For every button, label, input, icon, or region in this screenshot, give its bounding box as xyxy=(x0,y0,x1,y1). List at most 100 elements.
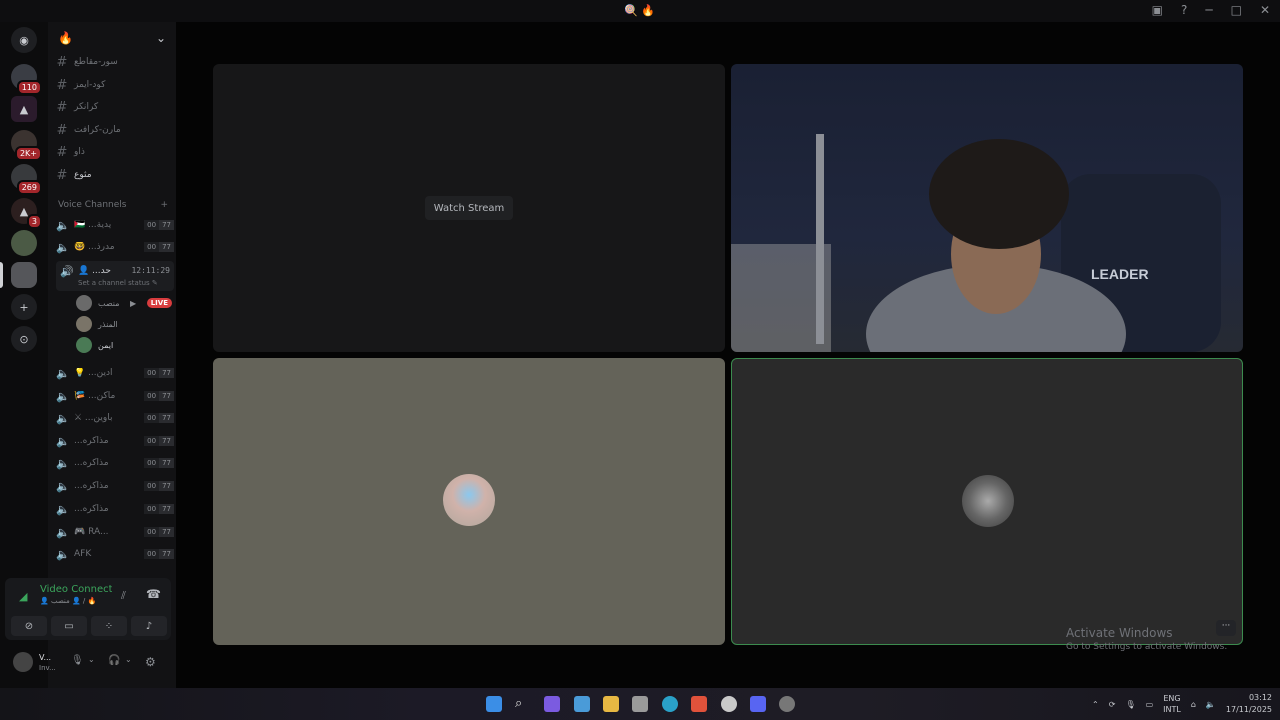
server-icon[interactable]: 110 xyxy=(11,64,42,95)
camera-off-button[interactable]: ⊘ xyxy=(11,616,47,636)
hash-icon: # xyxy=(56,167,68,183)
activities-button[interactable]: ⁘ xyxy=(91,616,127,636)
user-count: 00 xyxy=(144,413,160,423)
server-icon[interactable] xyxy=(11,230,37,256)
gamepad-icon[interactable] xyxy=(544,696,560,712)
text-channel[interactable]: # كود-ايمز xyxy=(56,75,174,95)
camera-off-icon: ⊘ xyxy=(24,620,34,632)
person-hair xyxy=(929,139,1069,249)
channel-name: ⚔ ...باوين xyxy=(74,413,113,423)
voice-channel[interactable]: 🔈 💡 ...ادين 00 77 xyxy=(56,363,174,383)
add-channel-icon[interactable]: + xyxy=(160,200,168,210)
voice-channel[interactable]: 🔈 AFK 00 77 xyxy=(56,544,174,564)
copilot-icon[interactable] xyxy=(574,696,590,712)
steam-icon[interactable] xyxy=(721,696,737,712)
voice-channel[interactable]: 🔈 🤓 ...مدرذ 00 77 xyxy=(56,237,174,257)
text-channel[interactable]: # مارن-كرافت xyxy=(56,120,174,140)
voice-channel[interactable]: 🔈 ...مذاكره 00 77 xyxy=(56,453,174,473)
chevron-down-icon[interactable]: ⌄ xyxy=(88,655,95,664)
inbox-icon[interactable]: ▣ xyxy=(1152,3,1163,17)
connection-status[interactable]: Video Connected xyxy=(40,584,112,595)
gear-icon[interactable]: ⚙ xyxy=(145,655,156,669)
screen-share-icon: ▭ xyxy=(64,620,74,632)
channel-name: كرانكر xyxy=(74,102,99,112)
voice-member[interactable]: ايمن xyxy=(76,336,172,354)
help-icon[interactable]: ? xyxy=(1181,3,1187,17)
mic-icon[interactable]: 🎙 xyxy=(1125,700,1135,709)
server-icon-selected[interactable] xyxy=(11,262,37,288)
disconnect-icon[interactable]: ☎ xyxy=(146,587,161,601)
maximize-button[interactable]: □ xyxy=(1231,3,1242,17)
signal-icon[interactable]: ◢ xyxy=(19,590,27,603)
speaker-icon: 🔈 xyxy=(56,479,70,493)
headphones-icon[interactable]: 🎧 xyxy=(108,655,120,666)
voice-channel[interactable]: 🔈 ...مذاكره 00 77 xyxy=(56,431,174,451)
noise-suppression-icon[interactable]: ⫽ xyxy=(121,589,126,603)
voice-category[interactable]: Voice Channels + xyxy=(58,200,168,210)
live-badge: LIVE xyxy=(146,298,172,308)
brave-icon[interactable] xyxy=(691,696,707,712)
text-channel[interactable]: # مثوع xyxy=(56,165,174,185)
user-count: 00 xyxy=(144,242,160,252)
discover-icon[interactable]: ⊙ xyxy=(11,326,37,352)
voice-channel[interactable]: 🔈 ...مذاكره 00 77 xyxy=(56,476,174,496)
voice-member[interactable]: منصب ▶ LIVE xyxy=(76,294,172,312)
voice-channel[interactable]: 🔈 🎏 ...ماكن 00 77 xyxy=(56,386,174,406)
channel-name: 🇵🇸 ...يدية xyxy=(74,220,112,230)
voice-member[interactable]: المنذر xyxy=(76,315,172,333)
clock-time: 03:12 xyxy=(1248,693,1272,702)
server-icon[interactable]: 2K+ xyxy=(11,130,42,161)
chevron-down-icon[interactable]: ⌄ xyxy=(125,655,132,664)
search-icon[interactable]: ⌕ xyxy=(515,696,531,712)
edge-icon[interactable] xyxy=(662,696,678,712)
participant-tile[interactable] xyxy=(213,358,725,645)
microphone-icon[interactable]: 🎙 xyxy=(71,655,84,666)
close-button[interactable]: ✕ xyxy=(1260,3,1270,17)
speaker-icon: 🔈 xyxy=(56,218,70,232)
user-limit: 77 xyxy=(159,391,174,401)
voice-channel[interactable]: 🔈 🎮 RA... 00 77 xyxy=(56,522,174,542)
channel-name: ...مذاكره xyxy=(74,458,109,468)
more-options-button[interactable]: ··· xyxy=(1216,620,1236,636)
connection-channel[interactable]: 👤 منصب 👤 / 🔥 xyxy=(40,597,96,605)
speaker-icon: 🔈 xyxy=(56,434,70,448)
screen-share-button[interactable]: ▭ xyxy=(51,616,87,636)
camera-tile[interactable]: LEADER xyxy=(731,64,1243,352)
active-voice-channel[interactable]: 🔊 👤 ...حد 12:11:29 Set a channel status … xyxy=(56,261,174,291)
server-icon[interactable]: 269 xyxy=(11,164,42,195)
volume-icon[interactable]: 🔈 xyxy=(1206,700,1216,709)
network-icon[interactable]: ⌂ xyxy=(1191,700,1196,709)
avatar[interactable] xyxy=(13,652,33,672)
sync-icon[interactable]: ⟳ xyxy=(1109,700,1116,709)
soundboard-icon: ♪ xyxy=(145,620,153,632)
add-server-icon[interactable]: + xyxy=(11,294,37,320)
voice-channel[interactable]: 🔈 ⚔ ...باوين 00 77 xyxy=(56,408,174,428)
discord-icon[interactable] xyxy=(750,696,766,712)
clock[interactable]: 03:12 17/11/2025 xyxy=(1226,692,1272,716)
start-icon[interactable] xyxy=(486,696,502,712)
server-icon[interactable]: ▲ xyxy=(11,96,37,122)
watch-stream-button[interactable]: Watch Stream xyxy=(425,196,513,220)
member-name: منصب xyxy=(98,298,120,308)
chrome-icon[interactable] xyxy=(779,696,795,712)
participant-tile-speaking[interactable] xyxy=(731,358,1243,645)
folder-icon[interactable] xyxy=(603,696,619,712)
text-channel[interactable]: # ذاو xyxy=(56,142,174,162)
guild-header[interactable]: 🔥 ⌄ xyxy=(48,22,176,54)
text-channel[interactable]: # كرانكر xyxy=(56,97,174,117)
soundboard-button[interactable]: ♪ xyxy=(131,616,167,636)
voice-channel[interactable]: 🔈 🇵🇸 ...يدية 00 77 xyxy=(56,215,174,235)
display-icon[interactable]: ▭ xyxy=(1146,700,1154,709)
server-icon[interactable]: ▲ 3 xyxy=(11,198,42,229)
chevron-up-icon[interactable]: ⌃ xyxy=(1092,700,1099,709)
store-icon[interactable] xyxy=(632,696,648,712)
avatar xyxy=(76,295,92,311)
channel-status[interactable]: Set a channel status ✎ xyxy=(78,279,158,287)
text-channel[interactable]: # سور-مقاطع xyxy=(56,52,174,72)
username[interactable]: V... xyxy=(39,653,51,662)
minimize-button[interactable]: ─ xyxy=(1205,3,1212,17)
language-indicator[interactable]: ENG INTL xyxy=(1163,693,1181,715)
voice-channel[interactable]: 🔈 ...مذاكره 00 77 xyxy=(56,499,174,519)
discord-home-icon[interactable]: ◉ xyxy=(11,27,37,53)
stream-tile[interactable]: Watch Stream xyxy=(213,64,725,352)
